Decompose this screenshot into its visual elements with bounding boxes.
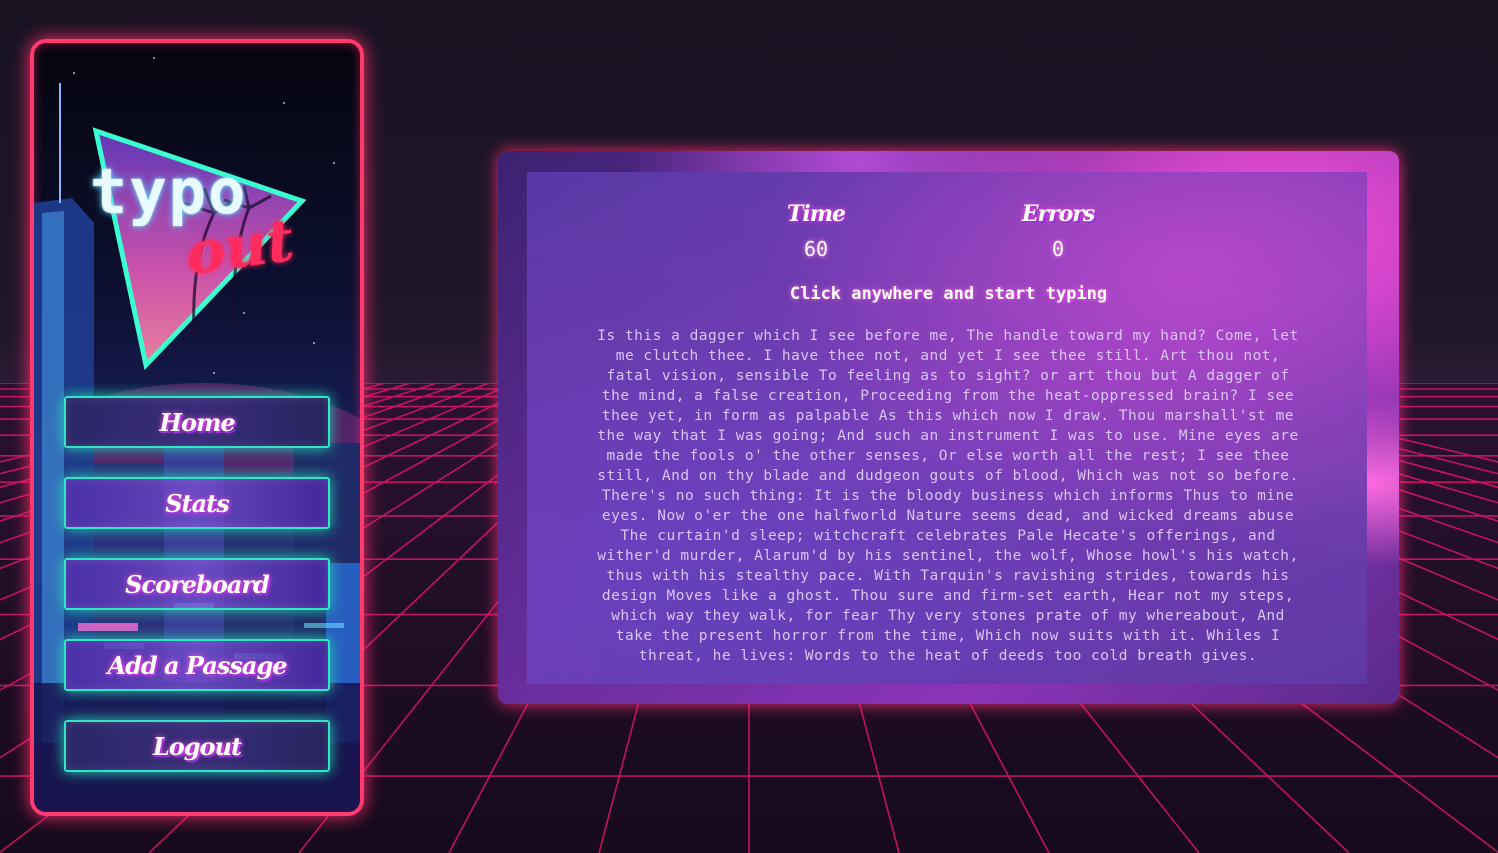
- nav-home-button[interactable]: Home: [64, 396, 330, 448]
- typing-game-card[interactable]: Time 60 Errors 0 Click anywhere and star…: [498, 151, 1399, 704]
- nav-add-passage-button[interactable]: Add a Passage: [64, 639, 330, 691]
- nav-logout-button[interactable]: Logout: [64, 720, 330, 772]
- start-typing-prompt: Click anywhere and start typing: [789, 284, 1108, 304]
- nav-scoreboard-button[interactable]: Scoreboard: [64, 558, 330, 610]
- errors-label: Errors: [1021, 201, 1096, 227]
- errors-value: 0: [1051, 237, 1065, 261]
- timer-value: 60: [803, 237, 829, 261]
- typing-passage-text: Is this a dagger which I see before me, …: [597, 328, 1299, 664]
- nav-stats-button[interactable]: Stats: [64, 477, 330, 529]
- timer-label: Time: [786, 201, 846, 227]
- sidebar: typo out Home Stats Scoreboard Add a Pas…: [30, 39, 364, 816]
